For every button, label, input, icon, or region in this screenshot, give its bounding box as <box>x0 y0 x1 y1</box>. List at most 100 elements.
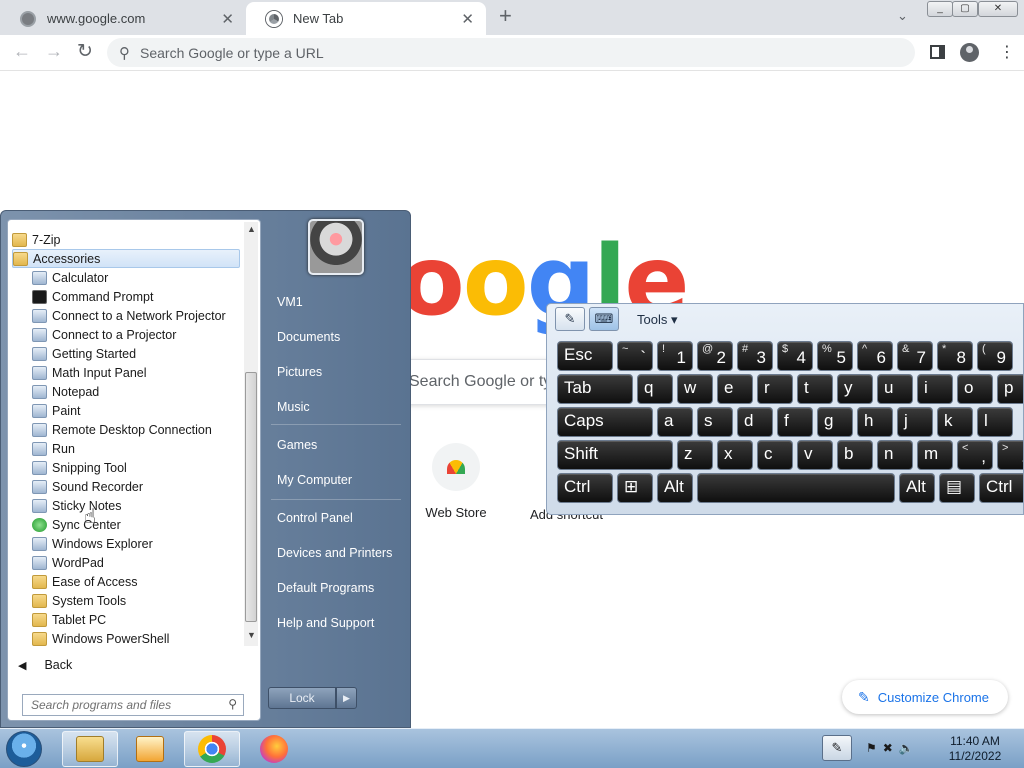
osk-key[interactable]: v <box>797 440 833 470</box>
osk-key[interactable]: $4 <box>777 341 813 371</box>
scroll-thumb[interactable] <box>245 372 257 622</box>
osk-key[interactable]: ▤ <box>939 473 975 503</box>
osk-key[interactable]: (9 <box>977 341 1013 371</box>
taskbar-windows-explorer[interactable] <box>62 731 118 767</box>
osk-key[interactable]: % 5 <box>817 341 853 371</box>
program-item[interactable]: System Tools <box>32 591 240 610</box>
tab-search-icon[interactable]: ⌄ <box>897 8 908 24</box>
program-item[interactable]: Tablet PC <box>32 610 240 629</box>
program-item[interactable]: Sound Recorder <box>32 477 240 496</box>
osk-key[interactable]: ^ 6 <box>857 341 893 371</box>
back-button[interactable]: ← <box>13 41 31 62</box>
shortcut-web-store[interactable]: Web Store <box>420 443 492 520</box>
osk-key[interactable]: x <box>717 440 753 470</box>
start-link[interactable]: My Computer <box>277 473 352 487</box>
program-item[interactable]: Ease of Access <box>32 572 240 591</box>
pen-icon[interactable]: ✎ <box>555 307 585 331</box>
lock-button[interactable]: Lock <box>268 687 336 709</box>
program-item[interactable]: Notepad <box>32 382 240 401</box>
osk-key[interactable]: b <box>837 440 873 470</box>
osk-key[interactable]: m <box>917 440 953 470</box>
osk-key[interactable]: Shift <box>557 440 673 470</box>
close-tab-icon[interactable]: ✕ <box>461 10 474 28</box>
program-item[interactable]: Command Prompt <box>32 287 240 306</box>
osk-key[interactable]: * 8 <box>937 341 973 371</box>
start-search-input[interactable]: Search programs and files ⚲ <box>22 694 244 716</box>
forward-button[interactable]: → <box>45 41 63 62</box>
osk-key[interactable]: f <box>777 407 813 437</box>
osk-key[interactable]: #3 <box>737 341 773 371</box>
action-center-icon[interactable]: ⚑ <box>866 741 877 755</box>
osk-tools-menu[interactable]: Tools ▾ <box>637 312 678 328</box>
taskbar-firefox[interactable] <box>246 731 302 767</box>
program-item[interactable]: 7-Zip <box>12 230 240 249</box>
program-item[interactable]: Sync Center <box>32 515 240 534</box>
tab-new-tab[interactable]: New Tab ✕ <box>246 2 486 35</box>
osk-key[interactable]: n <box>877 440 913 470</box>
menu-icon[interactable]: ⋮ <box>999 42 1015 62</box>
program-item[interactable]: Windows Explorer <box>32 534 240 553</box>
start-link[interactable]: Pictures <box>277 365 322 379</box>
osk-key[interactable]: o <box>957 374 993 404</box>
close-window-button[interactable]: ✕ <box>978 1 1018 17</box>
network-icon[interactable]: ✖ <box>883 741 893 755</box>
osk-key[interactable] <box>697 473 895 503</box>
clock[interactable]: 11:40 AM 11/2/2022 <box>936 734 1014 764</box>
osk-key[interactable]: a <box>657 407 693 437</box>
program-item[interactable]: Getting Started <box>32 344 240 363</box>
osk-key[interactable]: y <box>837 374 873 404</box>
taskbar-media-center[interactable] <box>122 731 178 767</box>
osk-key[interactable]: j <box>897 407 933 437</box>
program-item[interactable]: Windows PowerShell <box>32 629 240 648</box>
reload-button[interactable]: ↻ <box>77 40 93 63</box>
osk-key[interactable]: r <box>757 374 793 404</box>
osk-key[interactable]: Caps <box>557 407 653 437</box>
osk-key[interactable]: h <box>857 407 893 437</box>
osk-key[interactable]: Ctrl <box>979 473 1023 503</box>
program-item[interactable]: Sticky Notes <box>32 496 240 515</box>
maximize-button[interactable]: ▢ <box>952 1 978 17</box>
osk-key[interactable]: u <box>877 374 913 404</box>
osk-key[interactable]: l <box>977 407 1013 437</box>
osk-key[interactable]: q <box>637 374 673 404</box>
program-item[interactable]: Run <box>32 439 240 458</box>
volume-icon[interactable]: 🔈 <box>899 741 914 755</box>
start-link[interactable]: Control Panel <box>277 511 353 525</box>
osk-key[interactable]: @2 <box>697 341 733 371</box>
osk-key[interactable]: Alt <box>657 473 693 503</box>
customize-chrome-button[interactable]: ✎ Customize Chrome <box>842 680 1008 714</box>
start-link[interactable]: Documents <box>277 330 340 344</box>
program-item[interactable]: Calculator <box>32 268 240 287</box>
start-link[interactable]: Help and Support <box>277 616 374 630</box>
side-panel-icon[interactable] <box>930 45 945 59</box>
start-link[interactable]: Games <box>277 438 317 452</box>
osk-key[interactable]: c <box>757 440 793 470</box>
osk-key[interactable]: Esc <box>557 341 613 371</box>
osk-key[interactable]: p <box>997 374 1023 404</box>
osk-key[interactable]: i <box>917 374 953 404</box>
osk-key[interactable]: ! 1 <box>657 341 693 371</box>
start-button[interactable] <box>6 731 42 767</box>
address-bar[interactable]: ⚲ Search Google or type a URL <box>107 38 915 67</box>
osk-key[interactable]: t <box>797 374 833 404</box>
start-link[interactable]: Default Programs <box>277 581 374 595</box>
program-item[interactable]: Math Input Panel <box>32 363 240 382</box>
profile-avatar[interactable] <box>960 43 979 62</box>
osk-key[interactable]: z <box>677 440 713 470</box>
osk-key[interactable]: & 7 <box>897 341 933 371</box>
osk-key[interactable]: k <box>937 407 973 437</box>
osk-key[interactable]: Tab <box>557 374 633 404</box>
close-tab-icon[interactable]: ✕ <box>221 10 234 28</box>
taskbar-chrome[interactable] <box>184 731 240 767</box>
program-item[interactable]: Snipping Tool <box>32 458 240 477</box>
osk-key[interactable]: Ctrl <box>557 473 613 503</box>
osk-key[interactable]: Alt <box>899 473 935 503</box>
program-item[interactable]: Connect to a Network Projector <box>32 306 240 325</box>
shutdown-options-button[interactable]: ▶ <box>336 687 357 709</box>
program-item[interactable]: Paint <box>32 401 240 420</box>
program-item[interactable]: Accessories <box>12 249 240 268</box>
minimize-button[interactable]: _ <box>927 1 953 17</box>
keyboard-icon[interactable]: ⌨ <box>589 307 619 331</box>
scroll-up-icon[interactable]: ▲ <box>247 224 256 234</box>
program-item[interactable]: Connect to a Projector <box>32 325 240 344</box>
